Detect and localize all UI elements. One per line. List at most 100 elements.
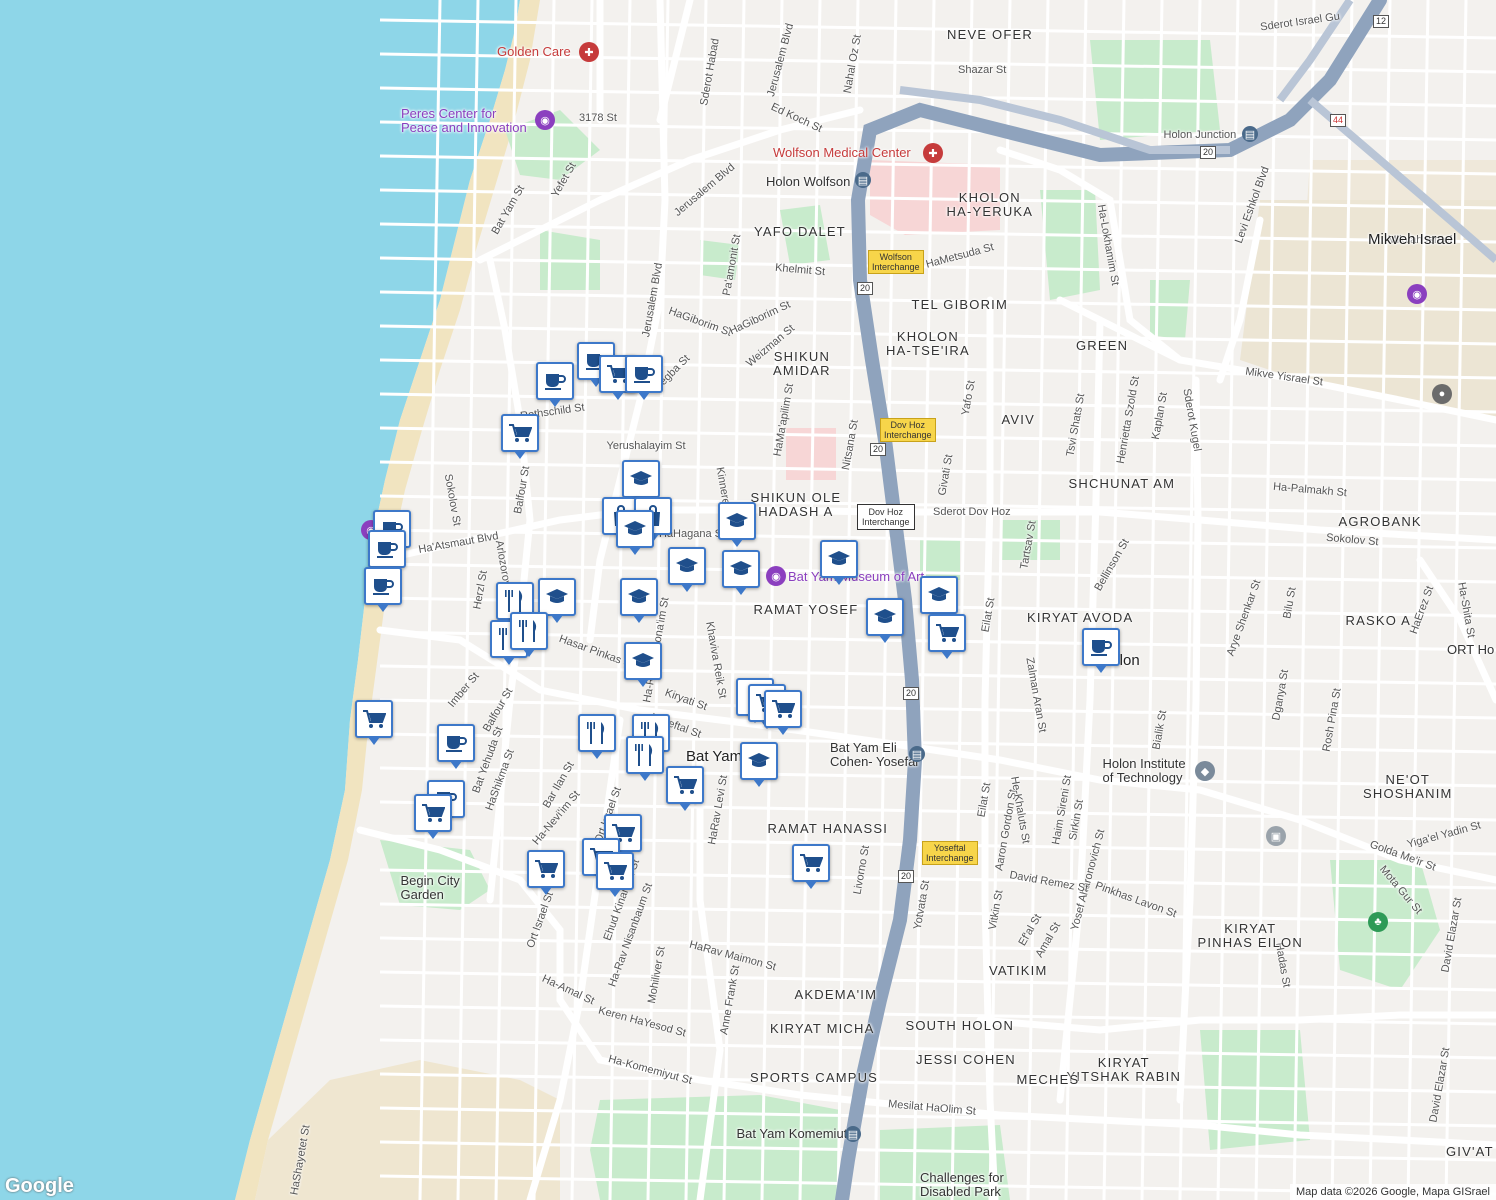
street-label: Holon Junction [1163, 129, 1237, 141]
neighborhood-label: SHIKUN OLE HADASH A [750, 490, 842, 519]
fork-icon [505, 590, 523, 612]
coffee-marker[interactable] [1082, 628, 1120, 673]
highway-shield: 12 [1373, 15, 1390, 28]
cart-icon [604, 862, 627, 880]
fork-icon [635, 744, 653, 766]
cart-marker[interactable] [596, 852, 634, 897]
school-marker[interactable] [668, 547, 706, 592]
school-icon [624, 521, 646, 535]
school-marker[interactable] [820, 540, 858, 585]
place-icon[interactable]: ● [1432, 384, 1452, 404]
map-canvas[interactable]: Sderot Israel Gu Shazar St Ed Koch St Jerus… [0, 0, 1496, 1200]
neighborhood-label: GIV'AT [1446, 1144, 1494, 1159]
fork-icon [519, 620, 537, 642]
google-logo: Google [5, 1175, 74, 1197]
poi-label: Holon Institute of Technology [1102, 756, 1186, 785]
school-icon [726, 513, 748, 527]
interchange-label-dov-hoz: Dov Hoz Interchange [880, 418, 936, 442]
fork-marker[interactable] [578, 714, 616, 759]
street-label: Yerushalayim St [606, 440, 686, 452]
cart-icon [936, 624, 959, 642]
hospital-icon[interactable]: ✚ [579, 42, 599, 62]
school-marker[interactable] [616, 510, 654, 555]
poi-label: Challenges for Disabled Park [920, 1170, 1004, 1199]
fork-marker[interactable] [510, 612, 548, 657]
neighborhood-label: RAMAT YOSEF [753, 602, 859, 617]
school-marker[interactable] [740, 742, 778, 787]
school-icon [546, 589, 568, 603]
museum-icon[interactable]: ◉ [766, 566, 786, 586]
cart-marker[interactable] [414, 794, 452, 839]
coffee-icon [377, 542, 398, 558]
neighborhood-label: RAMAT HANASSI [767, 821, 889, 836]
hospital-icon[interactable]: ✚ [923, 143, 943, 163]
highway-shield: 20 [857, 282, 874, 295]
cart-icon [363, 710, 386, 728]
cart-icon [535, 860, 558, 878]
cart-icon [674, 776, 697, 794]
cart-icon [509, 424, 532, 442]
park-icon[interactable]: ♣ [1368, 912, 1388, 932]
coffee-marker[interactable] [625, 355, 663, 400]
coffee-marker[interactable] [368, 530, 406, 575]
neighborhood-label: KHOLON HA-TSE'IRA [886, 329, 970, 358]
neighborhood-label: KIRYAT MICHA [770, 1021, 875, 1036]
train-station-icon[interactable]: ▤ [855, 172, 871, 188]
coffee-marker[interactable] [437, 724, 475, 769]
poi-label: Peres Center for Peace and Innovation [401, 106, 527, 135]
neighborhood-label: KIRYAT PINHAS EILON [1197, 921, 1303, 950]
cart-icon [772, 700, 795, 718]
fork-marker[interactable] [626, 736, 664, 781]
fork-icon [587, 722, 605, 744]
neighborhood-label: SOUTH HOLON [905, 1018, 1015, 1033]
school-marker[interactable] [866, 598, 904, 643]
building-icon[interactable]: ▣ [1266, 826, 1286, 846]
cart-marker[interactable] [501, 414, 539, 459]
coffee-icon [373, 579, 394, 595]
neighborhood-label: NEVE OFER [947, 27, 1033, 42]
train-station-icon[interactable]: ▤ [845, 1126, 861, 1142]
school-icon [874, 609, 896, 623]
interchange-label-dov-hoz-box: Dov Hoz Interchange [857, 504, 915, 530]
street-label: Sderot Dov Hoz [933, 506, 1011, 518]
neighborhood-label: KIRYAT YITSHAK RABIN [1066, 1055, 1182, 1084]
poi-label: Bat Yam Komemiut [736, 1126, 848, 1141]
cart-marker[interactable] [355, 700, 393, 745]
poi-label: Wolfson Medical Center [773, 145, 911, 160]
cart-marker[interactable] [764, 690, 802, 735]
school-marker[interactable] [920, 576, 958, 621]
school-icon [676, 558, 698, 572]
poi-label: Begin City Garden [400, 873, 460, 902]
school-icon[interactable]: ◆ [1195, 761, 1215, 781]
interchange-label-yoseftal: Yoseftal Interchange [922, 841, 978, 865]
train-station-icon[interactable]: ▤ [909, 746, 925, 762]
poi-label: Holon Wolfson [766, 174, 851, 189]
school-marker[interactable] [624, 642, 662, 687]
neighborhood-label: JESSI COHEN [916, 1052, 1016, 1067]
cart-marker[interactable] [928, 614, 966, 659]
cart-marker[interactable] [527, 850, 565, 895]
poi-label: ORT Ho [1447, 642, 1495, 657]
school-icon [628, 589, 650, 603]
school-marker[interactable] [718, 502, 756, 547]
map-attribution[interactable]: Map data ©2026 Google, Mapa GISrael [1290, 1184, 1496, 1200]
museum-icon[interactable]: ◉ [1407, 284, 1427, 304]
street-label: Shazar St [958, 64, 1007, 76]
neighborhood-label: TEL GIBORIM [911, 297, 1009, 312]
museum-icon[interactable]: ◉ [535, 110, 555, 130]
school-marker[interactable] [538, 578, 576, 623]
school-marker[interactable] [722, 550, 760, 595]
school-icon [730, 561, 752, 575]
neighborhood-label: RASKO A [1345, 613, 1411, 628]
train-station-icon[interactable]: ▤ [1242, 126, 1258, 142]
cart-icon [800, 854, 823, 872]
school-marker[interactable] [622, 460, 660, 505]
cart-marker[interactable] [792, 844, 830, 889]
coffee-marker[interactable] [536, 362, 574, 407]
neighborhood-label: KHOLON HA-YERUKA [946, 190, 1034, 219]
coffee-marker[interactable] [364, 567, 402, 612]
cart-marker[interactable] [666, 766, 704, 811]
school-marker[interactable] [620, 578, 658, 623]
city-label: Mikveh Israel [1368, 231, 1457, 248]
neighborhood-label: GREEN [1076, 338, 1129, 353]
